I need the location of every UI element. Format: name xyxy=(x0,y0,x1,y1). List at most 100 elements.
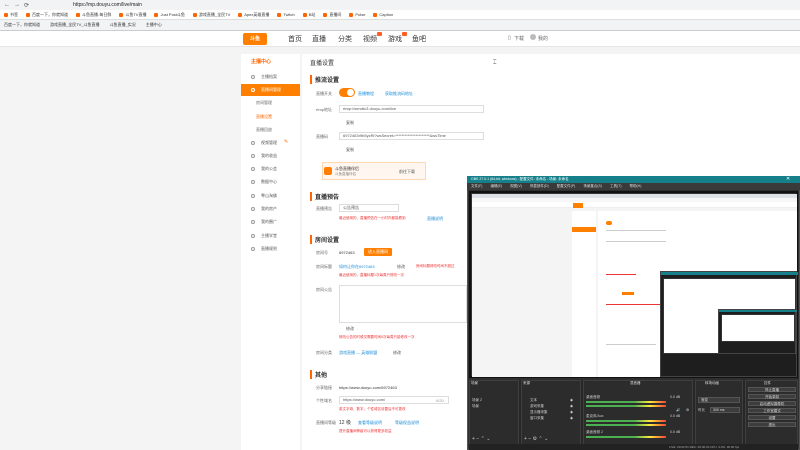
scene-item[interactable]: 场景 2 xyxy=(472,398,482,403)
bookmark[interactable]: 直播间 xyxy=(323,12,341,18)
nav-category[interactable]: 分类 xyxy=(338,34,352,44)
level-info-link[interactable]: 查看等级说明 xyxy=(358,420,382,426)
reload-icon[interactable]: ⟳ xyxy=(24,2,29,9)
sidebar-item-income[interactable]: 我的收益 xyxy=(241,150,300,162)
rtmp-input[interactable]: rtmp://sendtc3.douyu.com/live xyxy=(339,105,484,113)
obs-menu-view[interactable]: 视图(V) xyxy=(510,183,522,190)
copy-rtmp-button[interactable]: 复制 xyxy=(346,120,354,126)
edit-notice-button[interactable]: 修改 xyxy=(346,326,354,332)
nav-video[interactable]: 视频 xyxy=(363,34,377,44)
bookmark[interactable]: Apex英雄直播 xyxy=(238,12,269,18)
stop-streaming-button[interactable]: 停止直播 xyxy=(748,387,796,392)
obs-menu-tools[interactable]: 工具(T) xyxy=(610,183,621,190)
custom-domain-input[interactable]: https://www.douyu.com/ xyxy=(339,396,449,404)
eye-icon[interactable]: ◉ xyxy=(570,410,573,414)
bookmark[interactable]: 百度一下，你就知道 xyxy=(26,12,68,18)
source-item[interactable]: 文本 xyxy=(530,398,537,403)
copy-code-button[interactable]: 复制 xyxy=(346,147,354,153)
browser-tab[interactable]: 百度一下，你就知道 xyxy=(4,22,40,28)
back-icon[interactable]: ← xyxy=(4,2,10,8)
sidebar-sub-settings[interactable]: 直播设置 xyxy=(256,114,272,120)
obs-menu-edit[interactable]: 编辑(E) xyxy=(490,183,502,190)
get-code-link[interactable]: 获取推流码地址 xyxy=(385,91,413,97)
bookmark[interactable]: 斗鱼直播-每日鲜 xyxy=(76,12,111,18)
address-bar[interactable]: ← → ⟳ https://mp.douyu.com/live/main xyxy=(0,0,800,10)
download-link[interactable]: 下载 xyxy=(514,35,524,42)
preview-input[interactable]: 公告预告 xyxy=(339,204,399,212)
browser-tab[interactable]: 斗鱼直播_实况 xyxy=(110,22,136,28)
add-scene-icon[interactable]: + − ⌃ ⌄ xyxy=(472,436,490,442)
bookmark[interactable]: Just Post斗鱼 xyxy=(154,12,185,18)
scene-item[interactable]: 场景 xyxy=(472,404,479,409)
nav-fishbar[interactable]: 鱼吧 xyxy=(412,34,426,44)
duration-input[interactable]: 300 ms xyxy=(710,407,740,413)
sidebar-item-house[interactable]: 我的房产 xyxy=(241,203,300,215)
code-input[interactable]: 6972463r9b5yzRi?wsSecret=***************… xyxy=(339,132,484,140)
sidebar-item-ads[interactable]: 我的圈广 xyxy=(241,216,300,228)
sidebar-sub-replay[interactable]: 直播回放 xyxy=(256,127,272,133)
add-source-icon[interactable]: + − ⚙ ⌃ ⌄ xyxy=(524,436,548,442)
download-button[interactable]: 前往下载 xyxy=(399,169,415,175)
obs-preview[interactable] xyxy=(469,191,798,378)
sidebar-item-shop[interactable]: 粤山淘佛 xyxy=(241,190,300,202)
bookmark[interactable]: Pulse xyxy=(349,12,365,17)
sidebar-item-room[interactable]: 直播间管理 xyxy=(241,84,300,96)
exit-button[interactable]: 退出 xyxy=(748,422,796,427)
forward-icon[interactable]: → xyxy=(14,2,20,8)
source-item[interactable]: 窗口采集 xyxy=(530,416,544,421)
preview-help-link[interactable]: 直播说明 xyxy=(427,216,443,222)
browser-tab[interactable]: 游戏直播_全民TV_斗鱼直播 xyxy=(50,22,100,28)
obs-menu-help[interactable]: 帮助(H) xyxy=(630,183,642,190)
virtual-camera-button[interactable]: 启动虚拟摄像机 xyxy=(748,401,796,406)
tutorial-link[interactable]: 直播教程 xyxy=(358,91,374,97)
bookmark[interactable]: Twitch xyxy=(277,12,295,17)
sidebar-item-data[interactable]: 数据中心 xyxy=(241,176,300,188)
source-item[interactable]: 显示器采集 xyxy=(530,410,548,415)
eye-icon[interactable]: ◉ xyxy=(570,404,573,408)
close-icon[interactable]: ✕ xyxy=(786,176,790,182)
nav-home[interactable]: 首页 xyxy=(288,34,302,44)
bookmark[interactable]: 书签 xyxy=(4,12,18,18)
studio-mode-button[interactable]: 工作室模式 xyxy=(748,408,796,413)
nav-live[interactable]: 直播 xyxy=(312,34,326,44)
other-heading: 其他 xyxy=(310,370,327,379)
room-category-value[interactable]: 游戏直播 — 英雄联盟 xyxy=(339,350,377,356)
nav-game[interactable]: 游戏 xyxy=(388,34,402,44)
obs-menu-scenes[interactable]: 场景集合(S) xyxy=(583,183,602,190)
source-item[interactable]: 游戏采集 xyxy=(530,404,544,409)
eye-icon[interactable]: ◉ xyxy=(570,416,573,420)
transition-select[interactable]: 渐变 xyxy=(698,397,740,403)
bookmark[interactable]: B站 xyxy=(302,12,315,18)
douyu-logo[interactable]: 斗鱼 xyxy=(243,33,267,45)
gear-icon[interactable]: ⚙ xyxy=(686,408,689,412)
share-link-value[interactable]: https://www.douyu.com/6972463 xyxy=(339,385,397,390)
browser-tab[interactable]: 主播中心 xyxy=(146,22,162,28)
live-toggle[interactable] xyxy=(339,88,355,97)
level-perks-link[interactable]: 等级权益说明 xyxy=(395,420,419,426)
speaker-icon[interactable]: 🔊 xyxy=(676,408,680,412)
sidebar-item-guild[interactable]: 我的公会 xyxy=(241,163,300,175)
sidebar-item-school[interactable]: 主播学堂 xyxy=(241,230,300,242)
bookmark[interactable]: 斗鱼TV直播 xyxy=(119,12,146,18)
settings-button[interactable]: 设置 xyxy=(748,415,796,420)
sidebar-item-rules[interactable]: 直播规则 xyxy=(241,243,300,255)
edit-title-button[interactable]: 修改 xyxy=(397,264,405,270)
avatar[interactable] xyxy=(530,34,536,40)
phone-icon[interactable]: ▯ xyxy=(508,35,511,41)
sidebar-item-video[interactable]: 视频管理 xyxy=(241,137,300,149)
obs-menu-docks[interactable]: 停靠部件(D) xyxy=(530,183,549,190)
eye-icon[interactable]: ◉ xyxy=(570,398,573,402)
start-recording-button[interactable]: 开始录制 xyxy=(748,394,796,399)
bookmark[interactable]: 游戏直播_全民TV xyxy=(192,12,230,18)
obs-menu-profile[interactable]: 配置文件(P) xyxy=(557,183,576,190)
enter-room-button[interactable]: 进入直播间 xyxy=(364,248,392,256)
sidebar-item-profile[interactable]: 主播档案 xyxy=(241,71,300,83)
user-menu[interactable]: 我的 xyxy=(538,35,548,42)
obs-titlebar[interactable]: OBS 27.0.1 (64-bit, windows) - 配置文件: 未命名… xyxy=(467,176,800,183)
room-notice-textarea[interactable] xyxy=(339,285,467,323)
obs-menu-file[interactable]: 文件(F) xyxy=(471,183,482,190)
url-text[interactable]: https://mp.douyu.com/live/main xyxy=(73,2,142,8)
edit-category-button[interactable]: 修改 xyxy=(393,350,401,356)
sidebar-sub-room[interactable]: 房间管理 xyxy=(256,100,272,106)
bookmark[interactable]: Caption xyxy=(373,12,393,17)
